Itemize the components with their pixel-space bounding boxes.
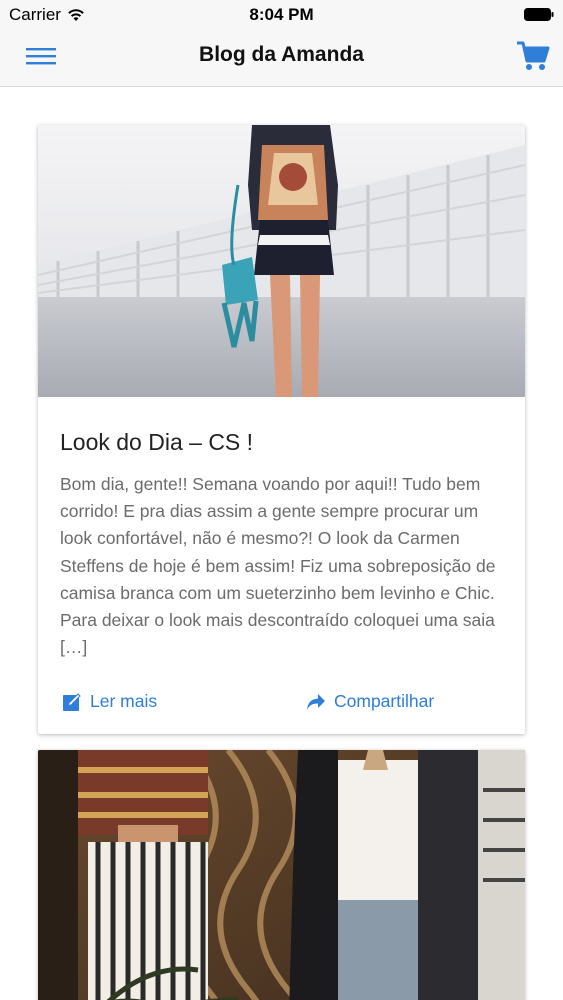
post-actions: Ler mais Compartilhar (38, 691, 525, 721)
post-image (38, 125, 525, 397)
read-more-label: Ler mais (90, 691, 158, 711)
read-more-button[interactable]: Ler mais (62, 691, 157, 712)
share-button[interactable]: Compartilhar (306, 691, 434, 712)
post-card (38, 750, 525, 1000)
status-time: 8:04 PM (249, 5, 314, 24)
share-arrow-icon (307, 693, 325, 710)
edit-icon (63, 692, 81, 711)
page-title: Blog da Amanda (199, 43, 364, 66)
navigation-bar: Blog da Amanda (0, 30, 563, 87)
battery-icon (524, 8, 554, 21)
status-bar: Carrier 8:04 PM (0, 0, 563, 30)
posts-feed[interactable]: Look do Dia – CS ! Bom dia, gente!! Sema… (0, 87, 563, 1000)
post-photo-illustration (38, 125, 525, 397)
post-card: Look do Dia – CS ! Bom dia, gente!! Sema… (38, 125, 525, 734)
post-excerpt: Bom dia, gente!! Semana voando por aqui!… (60, 474, 496, 658)
share-label: Compartilhar (334, 691, 435, 711)
cart-button[interactable] (515, 38, 551, 74)
shopping-cart-icon (517, 41, 550, 70)
post-photo-illustration (38, 750, 525, 1000)
post-title[interactable]: Look do Dia – CS ! (60, 427, 503, 457)
post-image (38, 750, 525, 1000)
